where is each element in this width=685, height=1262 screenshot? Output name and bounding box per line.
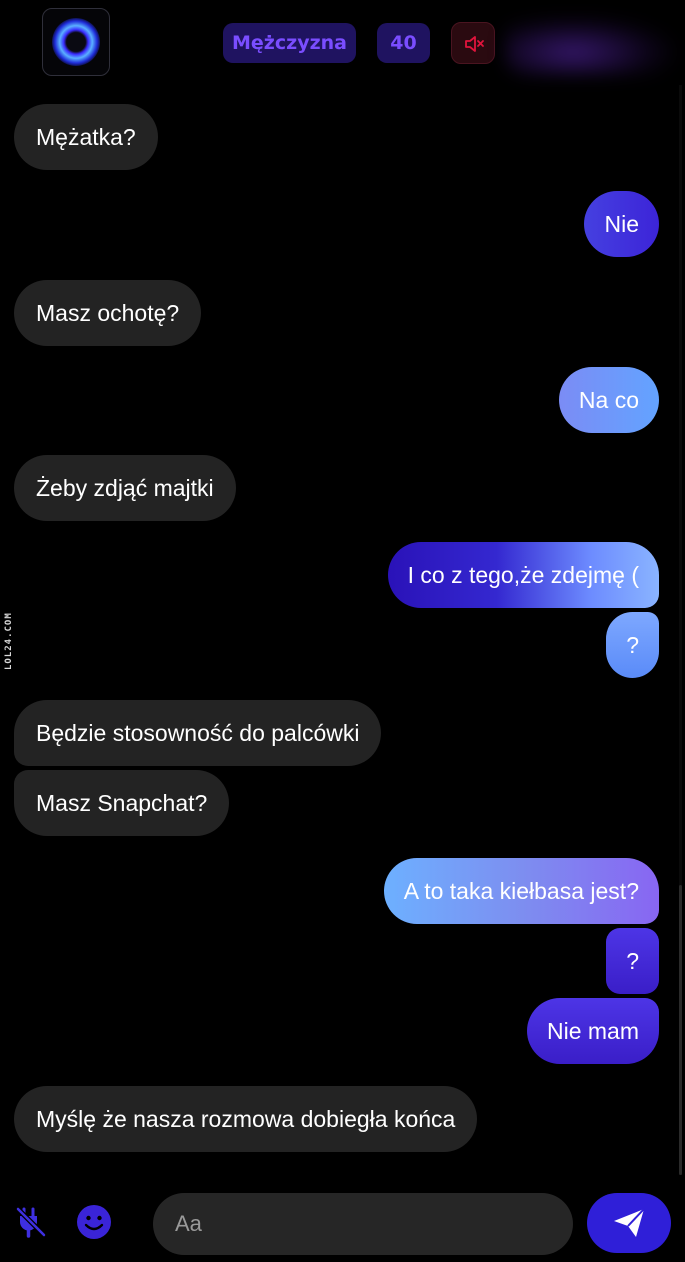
speaker-muted-icon <box>465 36 484 52</box>
age-badge[interactable]: 40 <box>377 23 430 63</box>
message-outgoing: ? <box>606 928 659 994</box>
scrollbar-thumb[interactable] <box>679 885 682 1175</box>
mute-button[interactable] <box>451 22 495 64</box>
watermark: LOL24.COM <box>4 612 14 670</box>
orb-logo-icon[interactable] <box>42 8 110 76</box>
message-incoming: Będzie stosowność do palcówki <box>14 700 382 766</box>
send-icon <box>614 1208 645 1237</box>
message-incoming: Masz Snapchat? <box>14 770 230 836</box>
top-bar: Mężczyzna 40 <box>0 0 685 85</box>
message-incoming: Masz ochotę? <box>14 280 202 346</box>
message-outgoing: I co z tego,że zdejmę ( <box>387 542 659 608</box>
message-incoming: Myślę że nasza rozmowa dobiegła końca <box>14 1086 478 1152</box>
blurred-region <box>505 16 675 76</box>
message-outgoing: A to taka kiełbasa jest? <box>383 858 659 924</box>
disconnect-plug-icon[interactable] <box>14 1205 48 1239</box>
message-outgoing: Nie <box>584 191 659 257</box>
message-incoming: Mężatka? <box>14 104 158 170</box>
message-outgoing: Na co <box>558 367 659 433</box>
message-input[interactable] <box>153 1193 573 1255</box>
message-incoming: Żeby zdjąć majtki <box>14 455 236 521</box>
gender-badge[interactable]: Mężczyzna <box>223 23 356 63</box>
logo-orb <box>52 18 100 66</box>
emoji-icon[interactable] <box>76 1204 112 1240</box>
message-outgoing: Nie mam <box>526 998 659 1064</box>
send-button[interactable] <box>587 1193 671 1253</box>
message-outgoing: ? <box>606 612 659 678</box>
